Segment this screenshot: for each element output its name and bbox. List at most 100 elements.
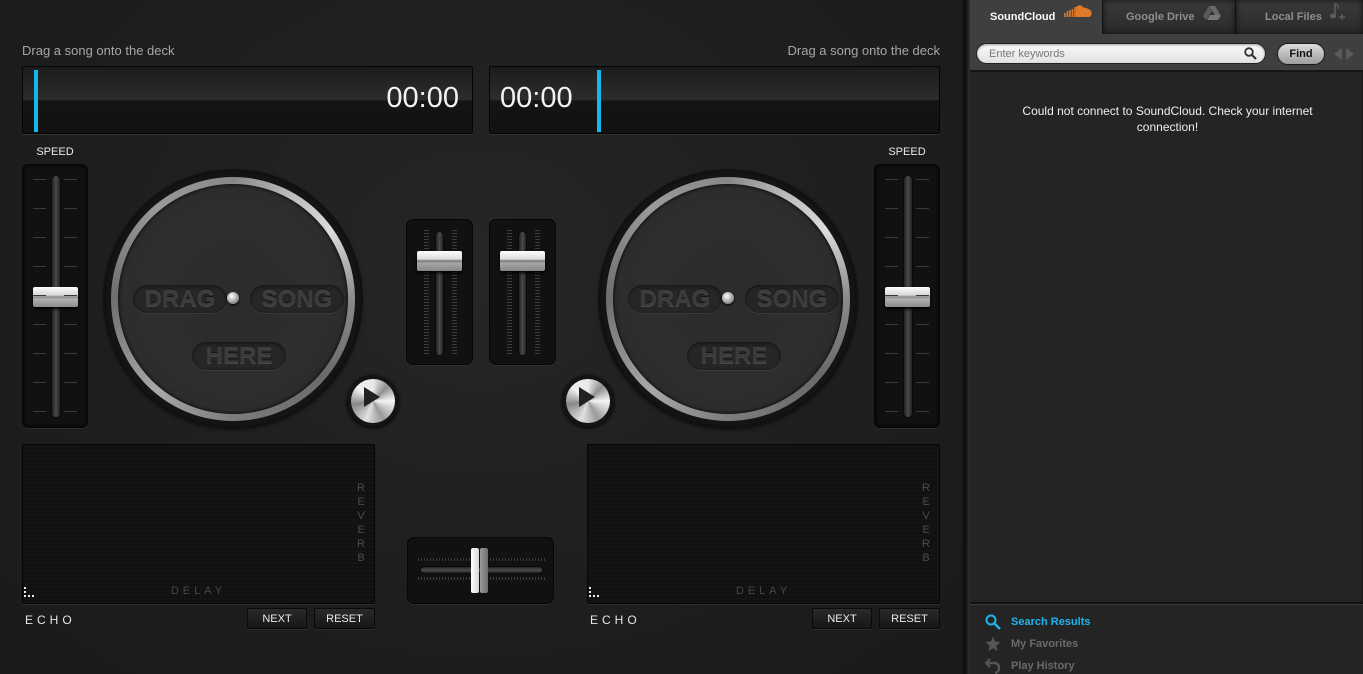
music-note-icon [1329, 0, 1346, 34]
right-time-display: 00:00 [500, 82, 573, 114]
search-icon[interactable] [1244, 47, 1257, 65]
right-play-button[interactable] [562, 375, 614, 427]
search-icon [985, 614, 1001, 630]
right-reset-fx-button[interactable]: RESET [879, 608, 940, 629]
left-speed-slider[interactable] [22, 164, 88, 428]
left-volume-scale [424, 230, 429, 356]
speed-tick [916, 237, 929, 238]
left-speed-label: SPEED [36, 146, 74, 158]
crossfader[interactable] [407, 537, 554, 604]
right-song-label: SONG [745, 285, 839, 313]
speed-tick [916, 208, 929, 209]
speed-tick [916, 266, 929, 267]
right-fx-cursor[interactable] [589, 587, 603, 599]
speed-tick [64, 382, 77, 383]
speed-tick [885, 295, 898, 296]
speed-tick [64, 208, 77, 209]
music-source-sidebar: SoundCloud Google Drive Local Files Ente… [970, 0, 1363, 674]
speed-tick [885, 353, 898, 354]
source-tabs: SoundCloud Google Drive Local Files [970, 0, 1363, 34]
tab-google-drive[interactable]: Google Drive [1102, 0, 1235, 34]
speed-tick [64, 353, 77, 354]
left-turntable[interactable]: DRAG SONG HERE [106, 172, 360, 426]
nav-search-results-label: Search Results [1011, 616, 1091, 628]
find-button[interactable]: Find [1277, 43, 1325, 65]
left-deck-hint: Drag a song onto the deck [22, 43, 175, 58]
left-reset-fx-button[interactable]: RESET [314, 608, 375, 629]
right-fx-name: ECHO [590, 613, 641, 627]
right-fx-pad[interactable]: REVERB DELAY [587, 444, 940, 604]
right-next-fx-button[interactable]: NEXT [812, 608, 872, 629]
right-turntable[interactable]: DRAG SONG HERE [601, 172, 855, 426]
tab-google-drive-label: Google Drive [1126, 11, 1195, 23]
left-speed-handle[interactable] [33, 287, 78, 307]
play-icon [364, 387, 380, 407]
left-drag-label: DRAG [133, 285, 227, 313]
left-volume-track [435, 231, 444, 356]
speed-tick [885, 179, 898, 180]
left-here-label: HERE [192, 342, 286, 370]
speed-tick [916, 411, 929, 412]
speed-tick [33, 382, 46, 383]
speed-tick [885, 266, 898, 267]
right-waveform[interactable]: 00:00 [489, 66, 940, 134]
library-nav: Search Results My Favorites Play History [970, 602, 1363, 674]
nav-my-favorites-label: My Favorites [1011, 638, 1079, 650]
right-volume-scale [507, 230, 512, 356]
speed-tick [64, 179, 77, 180]
right-reverb-axis-label: REVERB [922, 482, 930, 564]
right-speed-handle[interactable] [885, 287, 930, 307]
left-delay-axis-label: DELAY [170, 585, 227, 597]
right-speed-slider[interactable] [874, 164, 940, 428]
speed-tick [33, 324, 46, 325]
search-field[interactable] [976, 43, 1266, 64]
play-icon [579, 387, 595, 407]
right-playhead-cursor[interactable] [597, 70, 601, 132]
speed-tick [33, 411, 46, 412]
right-speed-label: SPEED [888, 146, 926, 158]
tab-soundcloud[interactable]: SoundCloud [970, 0, 1102, 34]
right-deck-hint: Drag a song onto the deck [787, 43, 941, 58]
right-volume-fader[interactable] [489, 219, 556, 365]
right-volume-handle[interactable] [500, 251, 545, 271]
panel-divider[interactable] [962, 0, 970, 674]
speed-tick [64, 237, 77, 238]
crossfader-handle[interactable] [471, 548, 489, 593]
speed-tick [885, 237, 898, 238]
speed-tick [64, 324, 77, 325]
left-time-display: 00:00 [386, 82, 459, 114]
star-icon [985, 636, 1001, 652]
speed-tick [916, 382, 929, 383]
speed-tick [916, 295, 929, 296]
left-playhead-cursor[interactable] [34, 70, 38, 132]
left-volume-fader[interactable] [406, 219, 473, 365]
speed-tick [33, 353, 46, 354]
left-reverb-axis-label: REVERB [357, 482, 365, 564]
speed-tick [916, 179, 929, 180]
prev-page-icon[interactable] [1334, 48, 1342, 60]
left-next-fx-button[interactable]: NEXT [247, 608, 307, 629]
speed-tick [885, 324, 898, 325]
mixer-panel: Drag a song onto the deck Drag a song on… [0, 0, 962, 674]
right-turntable-disc[interactable]: DRAG SONG HERE [613, 184, 843, 414]
speed-tick [64, 411, 77, 412]
speed-tick [885, 208, 898, 209]
left-fx-pad[interactable]: REVERB DELAY [22, 444, 375, 604]
results-panel: Could not connect to SoundCloud. Check y… [970, 72, 1363, 602]
speed-tick [885, 382, 898, 383]
speed-tick [33, 208, 46, 209]
left-fx-cursor[interactable] [24, 587, 38, 599]
left-song-label: SONG [250, 285, 344, 313]
speed-tick [916, 324, 929, 325]
left-waveform[interactable]: 00:00 [22, 66, 473, 134]
search-input[interactable] [989, 46, 1239, 62]
tab-local-files[interactable]: Local Files [1235, 0, 1363, 34]
next-page-icon[interactable] [1346, 48, 1354, 60]
history-icon [984, 658, 1001, 674]
speed-tick [885, 411, 898, 412]
dj-app: Drag a song onto the deck Drag a song on… [0, 0, 1363, 674]
left-turntable-disc[interactable]: DRAG SONG HERE [118, 184, 348, 414]
left-volume-handle[interactable] [417, 251, 462, 271]
left-play-button[interactable] [347, 375, 399, 427]
tab-local-files-label: Local Files [1265, 11, 1322, 23]
